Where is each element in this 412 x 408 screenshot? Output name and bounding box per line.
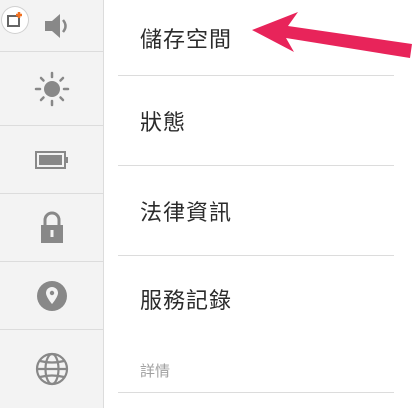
menu-item-status[interactable]: 狀態 (118, 76, 394, 166)
menu-item-legal-info[interactable]: 法律資訊 (118, 166, 394, 256)
location-icon (36, 280, 67, 311)
globe-icon (35, 352, 68, 386)
volume-icon (44, 13, 67, 38)
pointer-arrow-icon (252, 12, 412, 58)
menu-item-label: 狀態 (140, 110, 187, 136)
sidebar-item-security[interactable] (0, 194, 103, 262)
battery-icon (34, 150, 68, 169)
settings-sidebar (0, 0, 104, 408)
sidebar-item-battery[interactable] (0, 126, 103, 194)
add-window-icon (7, 12, 22, 27)
lock-icon (40, 211, 63, 243)
add-screen-badge[interactable] (2, 7, 28, 33)
section-divider (118, 392, 394, 393)
menu-item-label: 法律資訊 (140, 200, 233, 226)
menu-item-service-records[interactable]: 服務記錄 (118, 256, 394, 342)
menu-item-label: 服務記錄 (140, 289, 233, 314)
brightness-icon (34, 71, 69, 106)
sidebar-item-location[interactable] (0, 262, 103, 330)
menu-item-label: 儲存空間 (140, 27, 233, 53)
sidebar-item-language[interactable] (0, 330, 103, 408)
section-header-details: 詳情 (140, 362, 171, 380)
sidebar-item-display[interactable] (0, 52, 103, 126)
